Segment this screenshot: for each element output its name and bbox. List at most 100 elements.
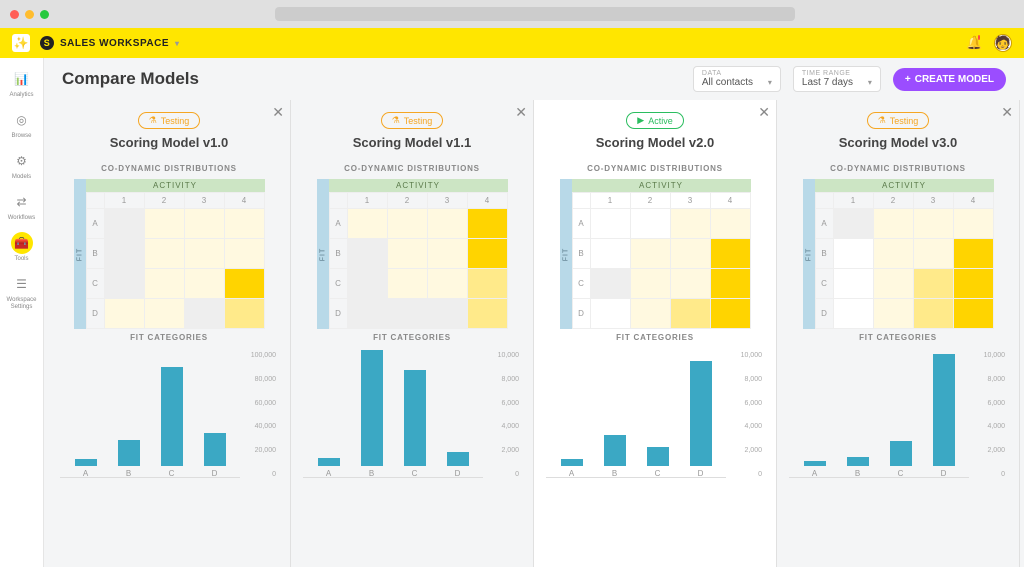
heatmap-cell bbox=[670, 239, 710, 269]
bars-area: ABCD bbox=[60, 352, 240, 492]
activity-axis-label: ACTIVITY bbox=[572, 179, 751, 192]
create-model-button[interactable]: + CREATE MODEL bbox=[893, 68, 1006, 91]
heatmap-cell bbox=[833, 269, 873, 299]
bar-col: A bbox=[317, 458, 341, 478]
sidebar-item-browse[interactable]: ◎Browse bbox=[3, 105, 41, 144]
bar-x-label: B bbox=[855, 469, 860, 478]
heatmap: FIT ACTIVITY 1234ABCD bbox=[546, 179, 764, 329]
heatmap-col-label: 1 bbox=[104, 193, 144, 209]
heatmap-cell bbox=[913, 269, 953, 299]
bar-x-label: B bbox=[369, 469, 374, 478]
sidebar-item-analytics[interactable]: 📊Analytics bbox=[3, 64, 41, 103]
status-pill: ⚗Testing bbox=[867, 112, 930, 129]
heatmap-cell bbox=[833, 299, 873, 329]
bars-area: ABCD bbox=[789, 352, 969, 492]
testing-icon: ⚗ bbox=[878, 115, 886, 126]
window-close-dot[interactable] bbox=[10, 10, 19, 19]
heatmap-cell bbox=[710, 239, 750, 269]
nav-icon: 📊 bbox=[11, 68, 33, 90]
data-filter[interactable]: DATA All contacts▾ bbox=[693, 66, 781, 92]
heatmap-cell bbox=[953, 239, 993, 269]
heatmap-col-label: 3 bbox=[427, 193, 467, 209]
heatmap-row-label: D bbox=[815, 299, 833, 329]
y-tick: 10,000 bbox=[726, 352, 762, 359]
y-tick: 0 bbox=[726, 471, 762, 478]
bar bbox=[804, 461, 826, 466]
heatmap-cell bbox=[427, 209, 467, 239]
heatmap-cell bbox=[630, 269, 670, 299]
close-panel-button[interactable]: ✕ bbox=[272, 104, 284, 121]
heatmap-cell bbox=[467, 239, 507, 269]
heatmap-row-label: C bbox=[572, 269, 590, 299]
model-title: Scoring Model v1.0 bbox=[60, 135, 278, 150]
nav-label: Models bbox=[12, 174, 31, 181]
heatmap-cell bbox=[590, 209, 630, 239]
bar bbox=[75, 459, 97, 466]
bar-col: D bbox=[689, 361, 713, 478]
sidebar-item-tools[interactable]: 🧰Tools bbox=[3, 228, 41, 267]
fit-axis-label: FIT bbox=[74, 179, 86, 329]
heatmap-col-label: 2 bbox=[630, 193, 670, 209]
bar-x-label: B bbox=[126, 469, 131, 478]
heatmap-cell bbox=[224, 209, 264, 239]
time-range-filter[interactable]: TIME RANGE Last 7 days▾ bbox=[793, 66, 881, 92]
status-pill: ⚗Testing bbox=[138, 112, 201, 129]
heatmap-col-label: 1 bbox=[590, 193, 630, 209]
model-title: Scoring Model v1.1 bbox=[303, 135, 521, 150]
heatmap-cell bbox=[347, 269, 387, 299]
y-tick: 2,000 bbox=[483, 447, 519, 454]
close-panel-button[interactable]: ✕ bbox=[1001, 104, 1013, 121]
status-text: Testing bbox=[404, 116, 433, 126]
heatmap-col-label: 4 bbox=[710, 193, 750, 209]
y-tick: 4,000 bbox=[726, 423, 762, 430]
compare-panels: ✕ ⚗Testing Scoring Model v1.0 CO-DYNAMIC… bbox=[44, 100, 1024, 567]
bar-col: C bbox=[160, 367, 184, 478]
bars-area: ABCD bbox=[546, 352, 726, 492]
y-tick: 6,000 bbox=[483, 400, 519, 407]
y-tick: 10,000 bbox=[483, 352, 519, 359]
sidebar-item-models[interactable]: ⚙Models bbox=[3, 146, 41, 185]
close-panel-button[interactable]: ✕ bbox=[515, 104, 527, 121]
nav-label: Tools bbox=[14, 256, 28, 263]
fit-axis-label: FIT bbox=[317, 179, 329, 329]
bar bbox=[690, 361, 712, 466]
heatmap-cell bbox=[347, 239, 387, 269]
bar-x-label: C bbox=[169, 469, 175, 478]
model-panel: ✕ ▶Active Scoring Model v2.0 CO-DYNAMIC … bbox=[534, 100, 777, 567]
sidebar: 📊Analytics◎Browse⚙Models⇄Workflows🧰Tools… bbox=[0, 28, 44, 567]
sidebar-item-workspace-settings[interactable]: ☰Workspace Settings bbox=[3, 269, 41, 315]
bar-x-label: C bbox=[898, 469, 904, 478]
window-min-dot[interactable] bbox=[25, 10, 34, 19]
top-bar: ✨ S SALES WORKSPACE ▾ 🔔 🧑 bbox=[0, 28, 1024, 58]
close-panel-button[interactable]: ✕ bbox=[758, 104, 770, 121]
bar-x-label: C bbox=[412, 469, 418, 478]
heatmap: FIT ACTIVITY 1234ABCD bbox=[303, 179, 521, 329]
heatmap-row-label: B bbox=[329, 239, 347, 269]
y-axis: 10,0008,0006,0004,0002,0000 bbox=[483, 352, 521, 492]
bar bbox=[561, 459, 583, 466]
heatmap-cell bbox=[630, 209, 670, 239]
heatmap-col-label: 3 bbox=[670, 193, 710, 209]
heatmap-row-label: A bbox=[86, 209, 104, 239]
y-tick: 6,000 bbox=[969, 400, 1005, 407]
sidebar-item-workflows[interactable]: ⇄Workflows bbox=[3, 187, 41, 226]
window-max-dot[interactable] bbox=[40, 10, 49, 19]
notifications-button[interactable]: 🔔 bbox=[966, 34, 984, 52]
heatmap-row-label: D bbox=[329, 299, 347, 329]
heatmap-col-label: 1 bbox=[347, 193, 387, 209]
activity-axis-label: ACTIVITY bbox=[86, 179, 265, 192]
y-tick: 0 bbox=[969, 471, 1005, 478]
heatmap-cell bbox=[590, 239, 630, 269]
heatmap-col-label: 4 bbox=[467, 193, 507, 209]
y-tick: 20,000 bbox=[240, 447, 276, 454]
heatmap-row-label: D bbox=[86, 299, 104, 329]
chevron-down-icon: ▾ bbox=[868, 78, 872, 87]
nav-icon: ⇄ bbox=[11, 191, 33, 213]
address-bar[interactable] bbox=[275, 7, 795, 21]
workspace-switcher[interactable]: S SALES WORKSPACE ▾ bbox=[40, 36, 180, 50]
fit-categories-label: FIT CATEGORIES bbox=[546, 333, 764, 342]
distributions-label: CO-DYNAMIC DISTRIBUTIONS bbox=[789, 164, 1007, 173]
app-logo[interactable]: ✨ bbox=[12, 34, 30, 52]
heatmap-cell bbox=[184, 269, 224, 299]
user-avatar[interactable]: 🧑 bbox=[994, 34, 1012, 52]
